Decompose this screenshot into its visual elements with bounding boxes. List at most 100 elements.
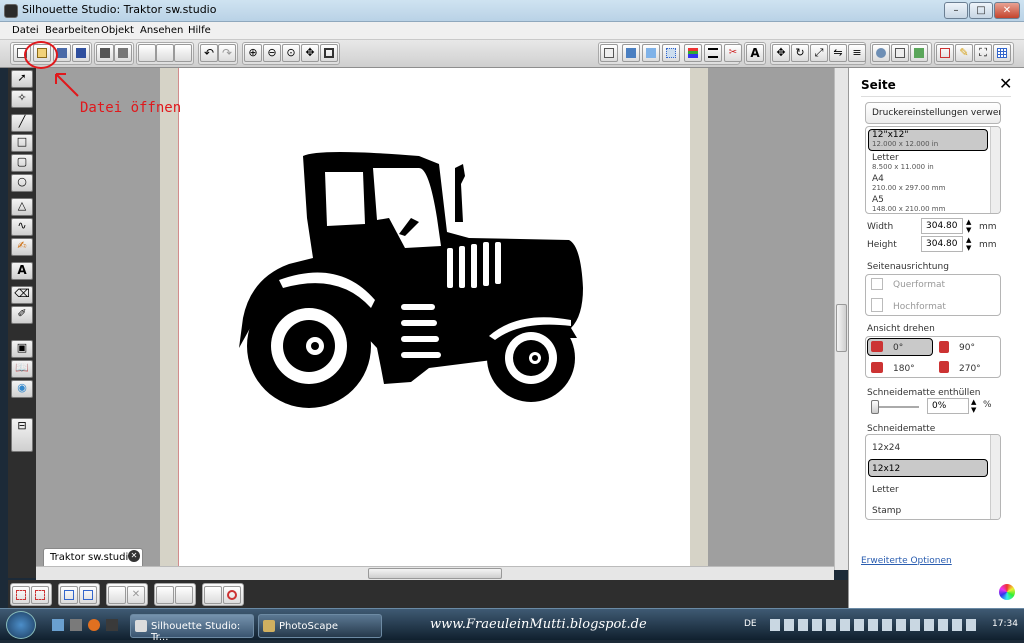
cut-send-icon[interactable] bbox=[114, 44, 132, 62]
vertical-scrollbar[interactable] bbox=[834, 68, 848, 570]
bring-front-icon[interactable] bbox=[156, 586, 174, 604]
rounded-rect-tool-icon[interactable]: ▢ bbox=[11, 154, 33, 172]
make-compound-icon[interactable] bbox=[60, 586, 78, 604]
portrait-option[interactable]: Hochformat bbox=[893, 302, 946, 312]
clock[interactable]: 17:34 bbox=[992, 619, 1018, 629]
delete-icon[interactable]: ✕ bbox=[127, 586, 145, 604]
zoom-out-icon[interactable]: ⊖ bbox=[263, 44, 281, 62]
width-stepper-icon[interactable]: ▲ ▼ bbox=[966, 218, 971, 234]
copy-icon[interactable] bbox=[138, 44, 156, 62]
freehand-tool-icon[interactable]: ✍ bbox=[11, 238, 33, 256]
offset-icon[interactable] bbox=[910, 44, 928, 62]
release-compound-icon[interactable] bbox=[79, 586, 97, 604]
grid-icon[interactable] bbox=[993, 44, 1011, 62]
paper-name[interactable]: A5 bbox=[872, 195, 884, 205]
send-back-icon[interactable] bbox=[175, 586, 193, 604]
rotate-180-label[interactable]: 180° bbox=[893, 364, 915, 374]
advanced-options-link[interactable]: Erweiterte Optionen bbox=[861, 556, 952, 566]
library-view-icon[interactable]: 📖 bbox=[11, 360, 33, 378]
fullscreen-icon[interactable]: ⛶ bbox=[974, 44, 992, 62]
online-store-icon[interactable]: ◉ bbox=[11, 380, 33, 398]
rotate-icon[interactable]: ↻ bbox=[791, 44, 809, 62]
pattern-icon[interactable] bbox=[662, 44, 680, 62]
menu-ansehen[interactable]: Ansehen bbox=[140, 25, 183, 36]
panel-close-icon[interactable]: ✕ bbox=[999, 74, 1012, 93]
quicklaunch-icon[interactable] bbox=[70, 619, 82, 631]
height-input[interactable]: 304.80 bbox=[921, 236, 963, 252]
system-tray-icons[interactable] bbox=[770, 619, 980, 631]
language-indicator[interactable]: DE bbox=[744, 619, 757, 629]
landscape-icon[interactable] bbox=[871, 278, 883, 290]
move-icon[interactable]: ✥ bbox=[772, 44, 790, 62]
rotate-90-label[interactable]: 90° bbox=[959, 343, 975, 353]
rotate-90-icon[interactable] bbox=[939, 341, 949, 353]
reveal-input[interactable]: 0% bbox=[927, 398, 969, 414]
replicate-icon[interactable] bbox=[891, 44, 909, 62]
eraser-tool-icon[interactable]: ⌫ bbox=[11, 286, 33, 304]
horizontal-scrollbar[interactable] bbox=[36, 566, 834, 580]
trace-icon[interactable] bbox=[936, 44, 954, 62]
start-button-icon[interactable] bbox=[6, 611, 36, 639]
redo-icon[interactable]: ↷ bbox=[218, 44, 236, 62]
cut-style-icon[interactable]: ✂ bbox=[724, 44, 742, 62]
show-desktop-icon[interactable] bbox=[52, 619, 64, 631]
fit-page-icon[interactable] bbox=[320, 44, 338, 62]
menu-objekt[interactable]: Objekt bbox=[101, 25, 134, 36]
ungroup-icon[interactable] bbox=[31, 586, 49, 604]
page-settings-icon[interactable] bbox=[600, 44, 618, 62]
zoom-select-icon[interactable]: ⊙ bbox=[282, 44, 300, 62]
fill-color-icon[interactable] bbox=[642, 44, 660, 62]
menu-hilfe[interactable]: Hilfe bbox=[188, 25, 211, 36]
minimize-button[interactable]: – bbox=[944, 2, 968, 19]
vertical-scroll-thumb[interactable] bbox=[836, 304, 847, 352]
duplicate-icon[interactable] bbox=[108, 586, 126, 604]
close-button[interactable]: ✕ bbox=[994, 2, 1020, 19]
horizontal-scroll-thumb[interactable] bbox=[368, 568, 502, 579]
document-tab[interactable]: Traktor sw.studio ✕ bbox=[43, 548, 143, 566]
page-canvas[interactable] bbox=[178, 68, 690, 568]
width-input[interactable]: 304.80 bbox=[921, 218, 963, 234]
paper-name[interactable]: Letter bbox=[872, 153, 899, 163]
scissors-icon[interactable] bbox=[174, 44, 192, 62]
select-tool-icon[interactable]: ➚ bbox=[11, 70, 33, 88]
taskbar-item-photoscape[interactable]: PhotoScape bbox=[258, 614, 382, 638]
scale-icon[interactable]: ⤢ bbox=[810, 44, 828, 62]
quicklaunch-icon-2[interactable] bbox=[106, 619, 118, 631]
paper-list-scrollbar[interactable] bbox=[990, 127, 1000, 213]
polygon-tool-icon[interactable]: △ bbox=[11, 198, 33, 216]
save-as-icon[interactable] bbox=[72, 44, 90, 62]
mat-list-scrollbar[interactable] bbox=[990, 435, 1000, 519]
curve-tool-icon[interactable]: ∿ bbox=[11, 218, 33, 236]
mat-item[interactable]: Letter bbox=[872, 485, 899, 495]
knife-tool-icon[interactable]: ✐ bbox=[11, 306, 33, 324]
rotate-270-label[interactable]: 270° bbox=[959, 364, 981, 374]
text-style-icon[interactable]: A bbox=[746, 44, 764, 62]
printer-settings-button[interactable]: Druckereinstellungen verwende bbox=[865, 102, 1001, 124]
rectangle-tool-icon[interactable]: □ bbox=[11, 134, 33, 152]
tractor-graphic[interactable] bbox=[179, 68, 691, 568]
height-stepper-icon[interactable]: ▲ ▼ bbox=[966, 236, 971, 252]
rotate-270-icon[interactable] bbox=[939, 361, 949, 373]
target-icon[interactable] bbox=[223, 586, 241, 604]
page-view-icon[interactable]: ▣ bbox=[11, 340, 33, 358]
offset-tool-icon[interactable] bbox=[204, 586, 222, 604]
group-icon[interactable] bbox=[12, 586, 30, 604]
align-icon[interactable]: ≡ bbox=[848, 44, 866, 62]
cutting-mat-list[interactable]: 12x24 12x12 Letter Stamp bbox=[865, 434, 1001, 520]
paste-icon[interactable] bbox=[156, 44, 174, 62]
landscape-option[interactable]: Querformat bbox=[893, 280, 945, 290]
library-icon[interactable] bbox=[872, 44, 890, 62]
mat-item[interactable]: 12x24 bbox=[872, 443, 900, 453]
zoom-in-icon[interactable]: ⊕ bbox=[244, 44, 262, 62]
portrait-icon[interactable] bbox=[871, 298, 883, 312]
reveal-slider-thumb[interactable] bbox=[871, 400, 879, 414]
pan-icon[interactable]: ✥ bbox=[301, 44, 319, 62]
sketch-icon[interactable]: ✎ bbox=[955, 44, 973, 62]
line-style-icon[interactable] bbox=[704, 44, 722, 62]
menu-datei[interactable]: Datei bbox=[12, 25, 39, 36]
line-color-icon[interactable] bbox=[684, 44, 702, 62]
line-tool-icon[interactable]: ╱ bbox=[11, 114, 33, 132]
close-tab-icon[interactable]: ✕ bbox=[128, 550, 140, 562]
mirror-icon[interactable]: ⇋ bbox=[829, 44, 847, 62]
rotate-180-icon[interactable] bbox=[871, 362, 883, 373]
